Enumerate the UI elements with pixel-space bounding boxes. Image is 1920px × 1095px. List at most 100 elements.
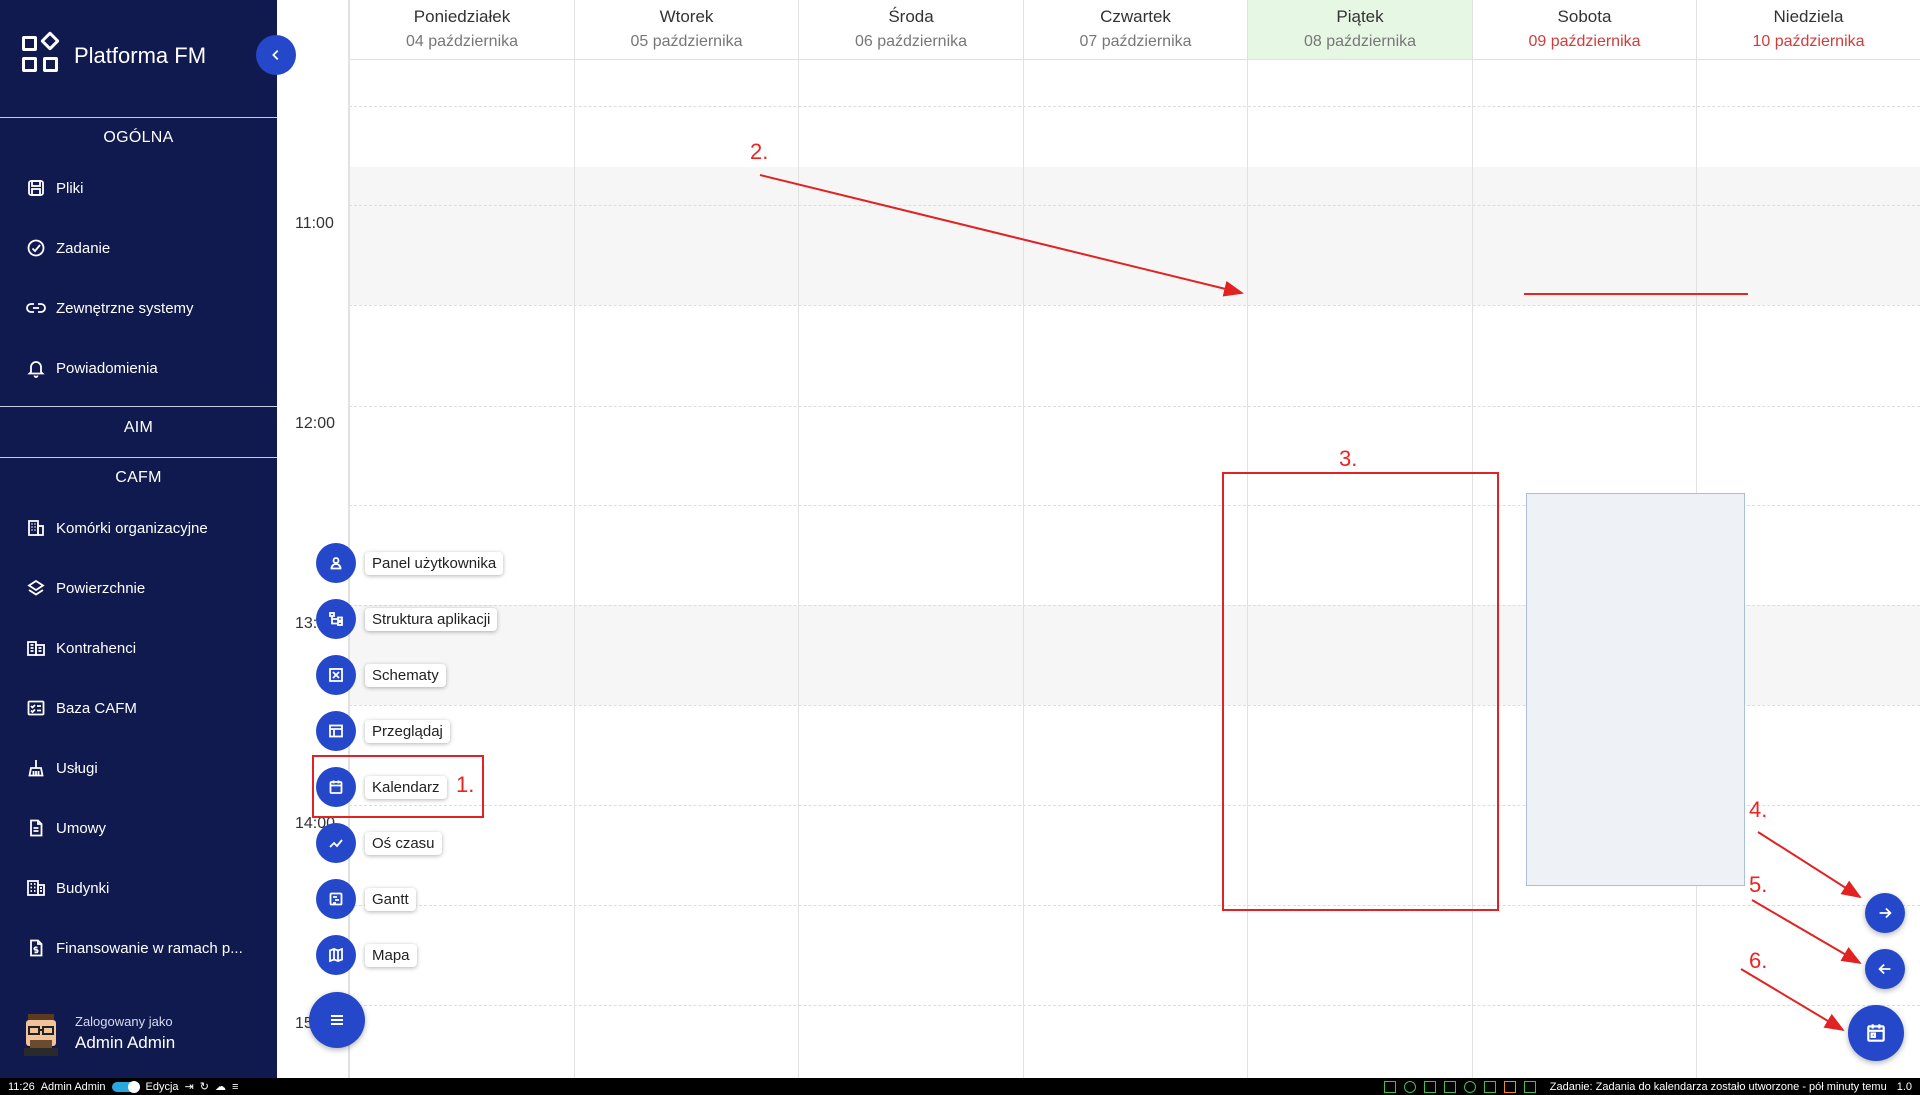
speed-dial-label: Mapa [365, 943, 417, 967]
sidebar-item-label: Finansowanie w ramach p... [56, 939, 243, 957]
edit-mode-toggle[interactable] [111, 1080, 140, 1093]
day-header-saturday[interactable]: Sobota 09 października [1472, 0, 1696, 60]
sidebar-item-umowy[interactable]: Umowy [26, 808, 266, 848]
day-column[interactable] [1247, 60, 1472, 1078]
sidebar-item-budynki[interactable]: Budynki [26, 868, 266, 908]
sidebar-item-label: Zewnętrzne systemy [56, 299, 194, 317]
today-button[interactable] [1848, 1005, 1904, 1061]
day-header-friday-today[interactable]: Piątek 08 października [1247, 0, 1472, 60]
brand[interactable]: Platforma FM [22, 31, 206, 78]
next-week-button[interactable] [1865, 893, 1905, 933]
day-header-sunday[interactable]: Niedziela 10 października [1696, 0, 1920, 60]
arrow-left-icon [1878, 963, 1891, 975]
sidebar-item-zewnetrzne-systemy[interactable]: Zewnętrzne systemy [26, 288, 266, 328]
day-header-thursday[interactable]: Czwartek 07 października [1023, 0, 1247, 60]
day-date: 04 października [405, 33, 519, 50]
sitemap-icon [316, 599, 356, 639]
sidebar-item-label: Kontrahenci [56, 639, 137, 657]
sidebar-divider [0, 406, 277, 407]
annotation-label: 3. [1339, 446, 1358, 471]
current-time-indicator [1524, 293, 1748, 295]
speed-dial-item-mapa[interactable]: Mapa [316, 935, 417, 975]
sidebar-item-powiadomienia[interactable]: Powiadomienia [26, 348, 266, 388]
user-caption: Zalogowany jako [75, 1013, 173, 1029]
timeline-icon [316, 823, 356, 863]
sidebar-item-komorki-organizacyjne[interactable]: Komórki organizacyjne [26, 508, 266, 548]
day-column[interactable] [1023, 60, 1247, 1078]
link-icon [26, 298, 46, 318]
building-icon [26, 518, 46, 538]
sidebar: Platforma FM OGÓLNA Pliki Zadanie Zewnęt… [0, 0, 277, 1078]
speed-dial-item-panel-uzytkownika[interactable]: Panel użytkownika [316, 543, 504, 583]
sidebar-item-zadanie[interactable]: Zadanie [26, 228, 266, 268]
sidebar-item-pliki[interactable]: Pliki [26, 168, 266, 208]
app-logo-icon [22, 31, 62, 76]
speed-dial-item-schematy[interactable]: Schematy [316, 655, 446, 695]
day-header-tuesday[interactable]: Wtorek 05 października [574, 0, 798, 60]
sidebar-item-label: Powierzchnie [56, 579, 146, 597]
speed-dial-item-os-czasu[interactable]: Oś czasu [316, 823, 442, 863]
status-doc-icon[interactable] [1523, 1080, 1536, 1093]
day-name: Środa [888, 7, 934, 26]
speed-dial-label: Oś czasu [365, 831, 442, 855]
status-globe-icon[interactable] [1463, 1080, 1476, 1093]
day-name: Wtorek [659, 7, 714, 26]
day-header-wednesday[interactable]: Środa 06 października [798, 0, 1023, 60]
refresh-icon[interactable]: ↻ [200, 1080, 209, 1093]
status-bar: 11:26 Admin Admin Edycja ⇥ ↻ ☁ ≡ Zadanie… [0, 1078, 1920, 1095]
speed-dial-item-gantt[interactable]: Gantt [316, 879, 416, 919]
day-date: 08 października [1303, 33, 1417, 50]
status-app-icon[interactable] [1383, 1080, 1396, 1093]
sidebar-item-finansowanie[interactable]: Finansowanie w ramach p... [26, 928, 266, 968]
map-icon [316, 935, 356, 975]
sidebar-item-label: Komórki organizacyjne [56, 519, 208, 537]
speed-dial-label: Przeglądaj [365, 719, 450, 743]
day-column[interactable] [574, 60, 798, 1078]
day-date: 07 października [1079, 33, 1192, 50]
status-sitemap-icon[interactable] [1403, 1080, 1416, 1093]
day-name: Poniedziałek [413, 7, 511, 26]
previous-week-button[interactable] [1865, 949, 1905, 989]
speed-dial-label: Struktura aplikacji [365, 607, 498, 631]
sidebar-divider [0, 457, 277, 458]
buildings-icon [26, 878, 46, 898]
sidebar-item-label: Baza CAFM [56, 699, 137, 717]
sidebar-item-powierzchnie[interactable]: Powierzchnie [26, 568, 266, 608]
status-network-icon[interactable] [1443, 1080, 1456, 1093]
section-aim[interactable]: AIM [0, 419, 277, 437]
sidebar-item-label: Powiadomienia [56, 359, 158, 377]
cleaning-icon [26, 758, 46, 778]
contractors-icon [26, 638, 46, 658]
schema-icon [316, 655, 356, 695]
selected-time-slot[interactable] [1526, 493, 1745, 886]
speed-dial-item-struktura-aplikacji[interactable]: Struktura aplikacji [316, 599, 498, 639]
chevron-left-icon [272, 50, 279, 60]
sidebar-item-kontrahenci[interactable]: Kontrahenci [26, 628, 266, 668]
speed-dial-toggle-button[interactable] [309, 992, 365, 1048]
status-time: 11:26 [8, 1080, 35, 1093]
day-header-monday[interactable]: Poniedziałek 04 października [349, 0, 574, 60]
user-info[interactable]: Zalogowany jako Admin Admin [20, 1010, 175, 1056]
calendar-today-icon [1867, 1024, 1885, 1042]
logout-icon[interactable]: ⇥ [185, 1080, 194, 1093]
speed-dial-label: Panel użytkownika [365, 551, 504, 575]
speed-dial-label: Kalendarz [365, 775, 447, 799]
sidebar-item-label: Pliki [56, 179, 84, 197]
collapse-sidebar-button[interactable] [256, 35, 296, 75]
sidebar-item-label: Umowy [56, 819, 107, 837]
annotation-label: 6. [1749, 948, 1768, 973]
status-settings-icon[interactable] [1423, 1080, 1436, 1093]
speed-dial-label: Schematy [365, 663, 446, 687]
status-version: 1.0 [1896, 1080, 1912, 1093]
sidebar-item-uslugi[interactable]: Usługi [26, 748, 266, 788]
speed-dial-label: Gantt [365, 887, 416, 911]
status-user[interactable]: Admin Admin [41, 1081, 106, 1093]
day-column[interactable] [798, 60, 1023, 1078]
menu-icon[interactable]: ≡ [232, 1081, 238, 1093]
status-folder-icon[interactable] [1483, 1080, 1496, 1093]
status-warning-icon[interactable] [1503, 1080, 1516, 1093]
sidebar-item-baza-cafm[interactable]: Baza CAFM [26, 688, 266, 728]
cloud-icon[interactable]: ☁ [215, 1080, 226, 1093]
speed-dial-item-kalendarz[interactable]: Kalendarz [316, 767, 447, 807]
speed-dial-item-przegladaj[interactable]: Przeglądaj [316, 711, 450, 751]
